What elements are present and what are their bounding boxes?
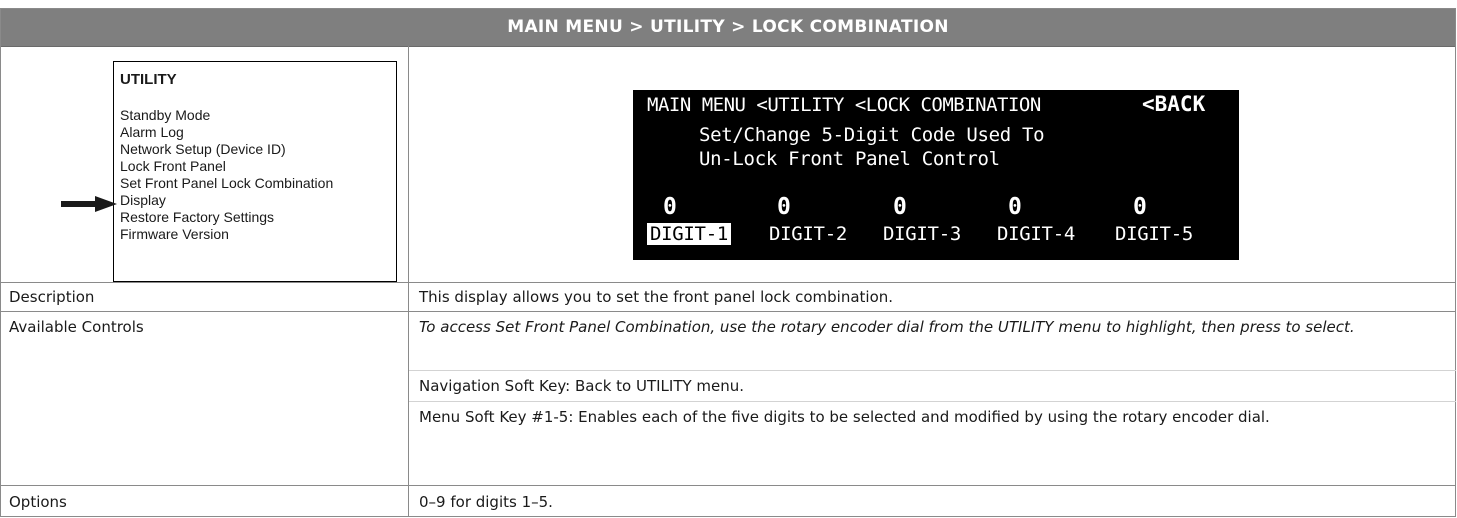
digit-5-value: 0 xyxy=(1133,194,1147,220)
digit-2-value: 0 xyxy=(777,194,791,220)
row-divider xyxy=(1,485,1455,486)
description-label: Description xyxy=(9,288,95,306)
menu-item-set-lock-combination: Set Front Panel Lock Combination xyxy=(120,175,334,191)
lcd-breadcrumb: MAIN MENU <UTILITY <LOCK COMBINATION xyxy=(647,94,1041,116)
controls-intro-text: To access Set Front Panel Combination, u… xyxy=(419,318,1355,336)
table-header: MAIN MENU > UTILITY > LOCK COMBINATION xyxy=(1,9,1455,47)
sub-row-divider xyxy=(409,401,1456,402)
menu-item-standby-mode: Standby Mode xyxy=(120,107,211,123)
lcd-description-line1: Set/Change 5-Digit Code Used To xyxy=(699,124,1045,146)
lcd-description-line2: Un-Lock Front Panel Control xyxy=(699,148,1000,170)
controls-menu-softkey-text: Menu Soft Key #1-5: Enables each of the … xyxy=(419,408,1270,426)
lock-combination-table: MAIN MENU > UTILITY > LOCK COMBINATION U… xyxy=(0,8,1456,517)
digit-3-value: 0 xyxy=(893,194,907,220)
available-controls-label: Available Controls xyxy=(9,318,144,336)
digit-2-softkey[interactable]: DIGIT-2 xyxy=(769,223,847,245)
menu-title: UTILITY xyxy=(120,71,177,88)
lcd-screen: MAIN MENU <UTILITY <LOCK COMBINATION <BA… xyxy=(633,90,1239,260)
menu-item-network-setup: Network Setup (Device ID) xyxy=(120,141,286,157)
digit-4-value: 0 xyxy=(1008,194,1022,220)
options-label: Options xyxy=(9,493,67,511)
lcd-back-softkey[interactable]: <BACK xyxy=(1142,92,1205,116)
menu-item-firmware-version: Firmware Version xyxy=(120,226,229,242)
sub-row-divider xyxy=(409,370,1456,371)
digit-3-softkey[interactable]: DIGIT-3 xyxy=(883,223,961,245)
menu-item-lock-front-panel: Lock Front Panel xyxy=(120,158,226,174)
digit-1-value: 0 xyxy=(663,194,677,220)
row-divider xyxy=(1,282,1455,283)
menu-item-restore-factory-settings: Restore Factory Settings xyxy=(120,209,275,225)
menu-item-display: Display xyxy=(120,192,166,208)
arrow-right-icon xyxy=(61,196,117,212)
digit-1-softkey[interactable]: DIGIT-1 xyxy=(647,223,731,245)
description-text: This display allows you to set the front… xyxy=(419,288,894,306)
menu-item-alarm-log: Alarm Log xyxy=(120,124,184,140)
utility-menu-box: UTILITY Standby Mode Alarm Log Network S… xyxy=(113,61,397,282)
options-text: 0–9 for digits 1–5. xyxy=(419,493,553,511)
controls-navigation-text: Navigation Soft Key: Back to UTILITY men… xyxy=(419,377,745,395)
digit-5-softkey[interactable]: DIGIT-5 xyxy=(1115,223,1193,245)
row-divider xyxy=(1,311,1455,312)
digit-4-softkey[interactable]: DIGIT-4 xyxy=(997,223,1075,245)
